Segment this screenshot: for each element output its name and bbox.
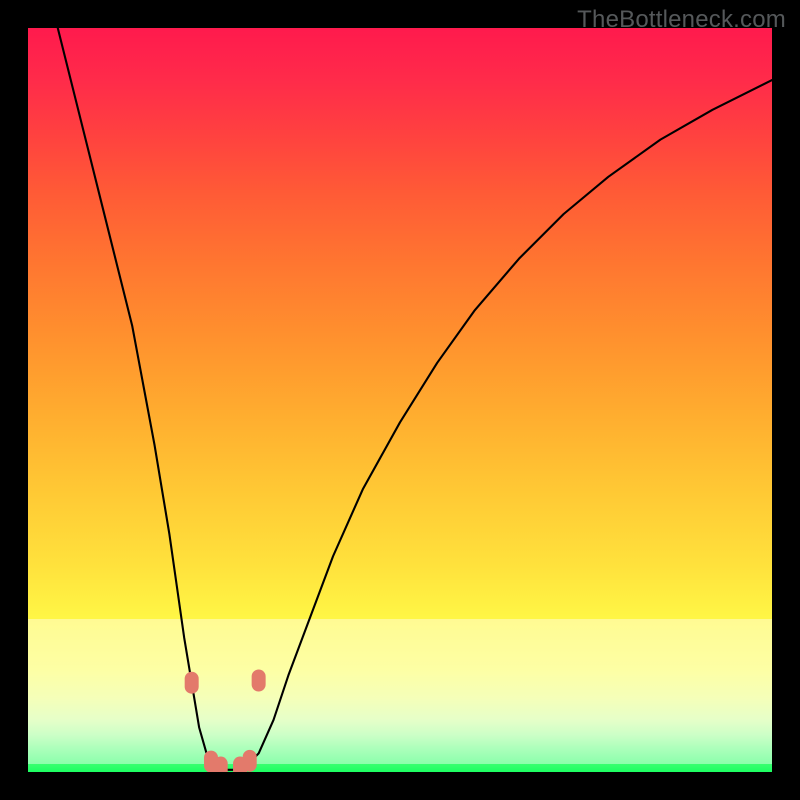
curve-layer bbox=[28, 28, 772, 772]
plot-area bbox=[28, 28, 772, 772]
data-marker bbox=[214, 757, 228, 772]
data-marker bbox=[243, 750, 257, 772]
data-marker bbox=[252, 669, 266, 691]
data-markers bbox=[185, 669, 266, 772]
chart-frame: TheBottleneck.com bbox=[0, 0, 800, 800]
data-marker bbox=[185, 672, 199, 694]
watermark-text: TheBottleneck.com bbox=[577, 6, 786, 34]
bottleneck-curve-path bbox=[58, 28, 772, 770]
